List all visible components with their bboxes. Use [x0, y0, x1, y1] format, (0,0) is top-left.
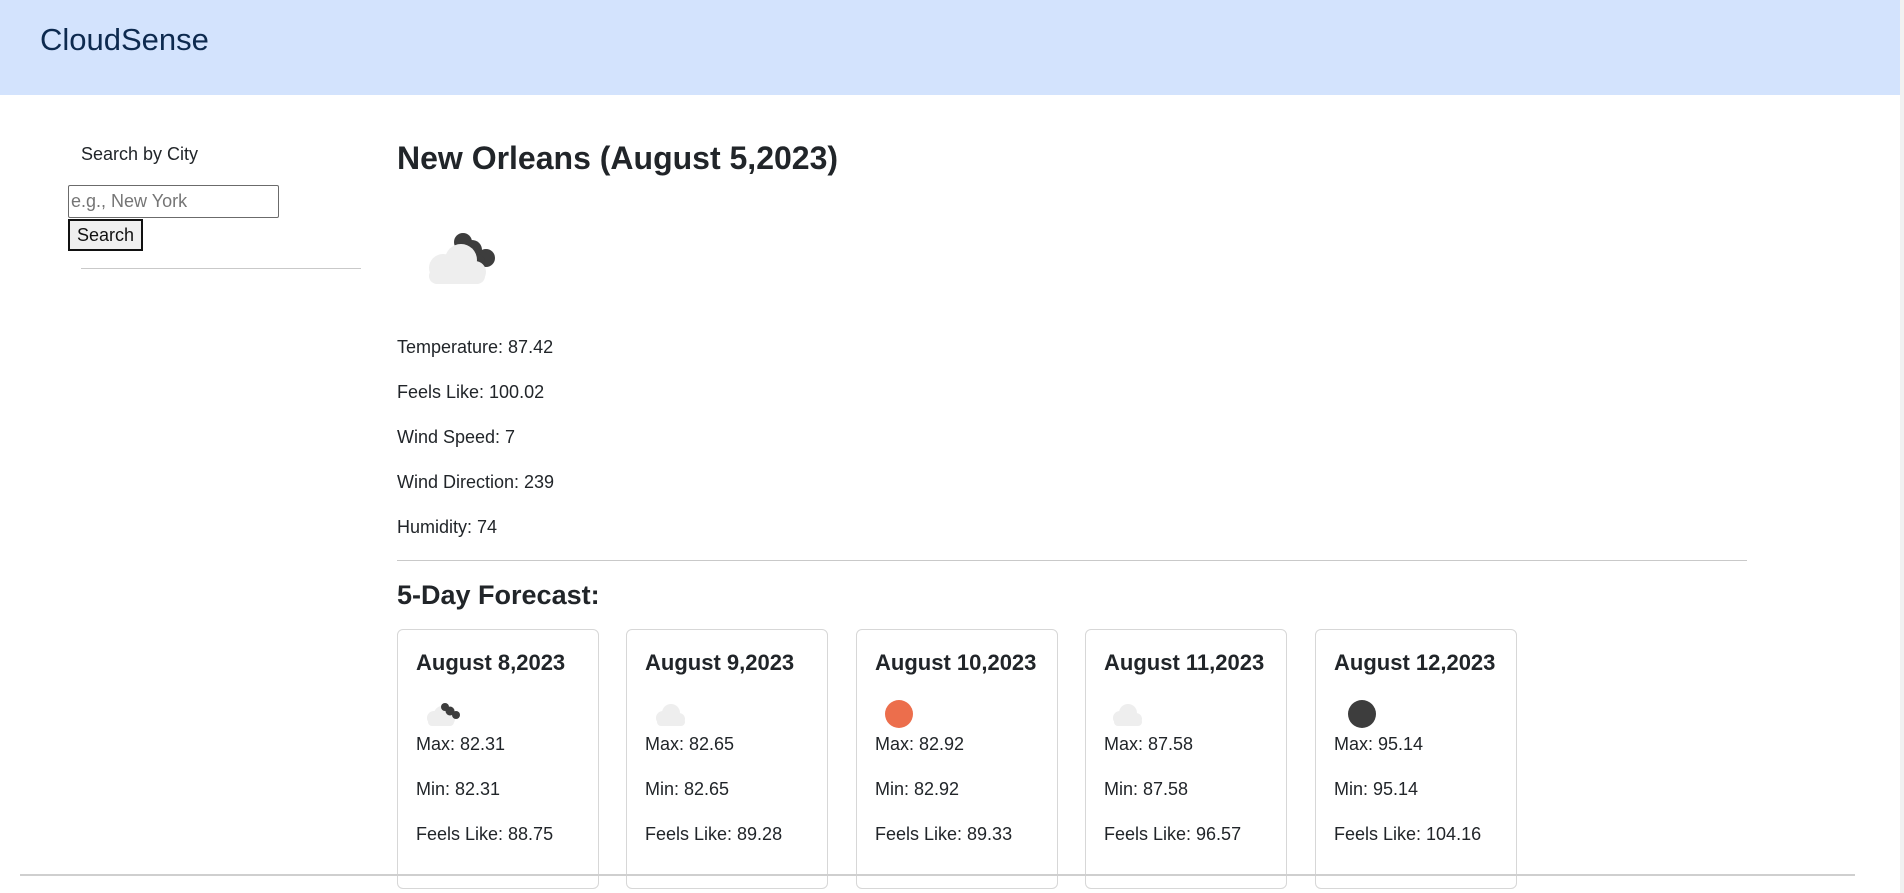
forecast-min: Min: 82.65: [645, 779, 730, 799]
search-input[interactable]: [68, 185, 279, 218]
forecast-card: August 9,2023 Max: 82.65 Min: 82.65 Feel…: [626, 629, 828, 889]
header-bar: CloudSense: [0, 0, 1904, 95]
section-divider: [397, 560, 1747, 561]
forecast-date: August 9,2023: [645, 650, 795, 675]
forecast-card: August 11,2023 Max: 87.58 Min: 87.58 Fee…: [1085, 629, 1287, 889]
forecast-min: Min: 82.31: [416, 779, 501, 799]
forecast-feels-like: Feels Like: 89.33: [875, 824, 1013, 844]
forecast-max: Max: 82.65: [645, 734, 735, 754]
forecast-date: August 10,2023: [875, 650, 1037, 675]
forecast-max: Max: 82.92: [875, 734, 965, 754]
feels-like-text: Feels Like: 100.02: [397, 382, 545, 402]
broken-clouds-icon: [427, 703, 460, 726]
forecast-min: Min: 87.58: [1104, 779, 1189, 799]
forecast-min: Min: 82.92: [875, 779, 960, 799]
moon-icon: [1348, 700, 1376, 728]
wind-direction-text: Wind Direction: 239: [397, 472, 555, 492]
temperature-text: Temperature: 87.42: [397, 337, 554, 357]
scrollbar[interactable]: [1900, 0, 1904, 893]
forecast-feels-like: Feels Like: 104.16: [1334, 824, 1482, 844]
forecast-max: Max: 95.14: [1334, 734, 1424, 754]
humidity-text: Humidity: 74: [397, 517, 498, 537]
forecast-feels-like: Feels Like: 89.28: [645, 824, 783, 844]
search-label: Search by City: [81, 144, 199, 164]
forecast-card: August 12,2023 Max: 95.14 Min: 95.14 Fee…: [1315, 629, 1517, 889]
forecast-feels-like: Feels Like: 88.75: [416, 824, 554, 844]
app-title[interactable]: CloudSense: [40, 22, 209, 58]
forecast-max: Max: 82.31: [416, 734, 506, 754]
forecast-min: Min: 95.14: [1334, 779, 1419, 799]
search-button[interactable]: Search: [68, 219, 144, 251]
cloud-icon: [656, 704, 685, 726]
cloud-icon: [1113, 704, 1142, 726]
wind-speed-text: Wind Speed: 7: [397, 427, 516, 447]
forecast-date: August 11,2023: [1104, 650, 1265, 675]
city-title: New Orleans (August 5,2023): [397, 140, 839, 176]
forecast-feels-like: Feels Like: 96.57: [1104, 824, 1242, 844]
forecast-date: August 12,2023: [1334, 650, 1496, 675]
forecast-card: August 8,2023 Max: 82.31 Min: 82.31 Feel…: [397, 629, 599, 889]
bottom-divider: [20, 874, 1855, 876]
forecast-max: Max: 87.58: [1104, 734, 1194, 754]
forecast-title: 5-Day Forecast:: [397, 580, 600, 610]
sun-icon: [885, 700, 913, 728]
forecast-card: August 10,2023 Max: 82.92 Min: 82.92 Fee…: [856, 629, 1058, 889]
partly-cloudy-icon: [429, 233, 495, 284]
forecast-date: August 8,2023: [416, 650, 566, 675]
sidebar-divider: [81, 268, 361, 269]
